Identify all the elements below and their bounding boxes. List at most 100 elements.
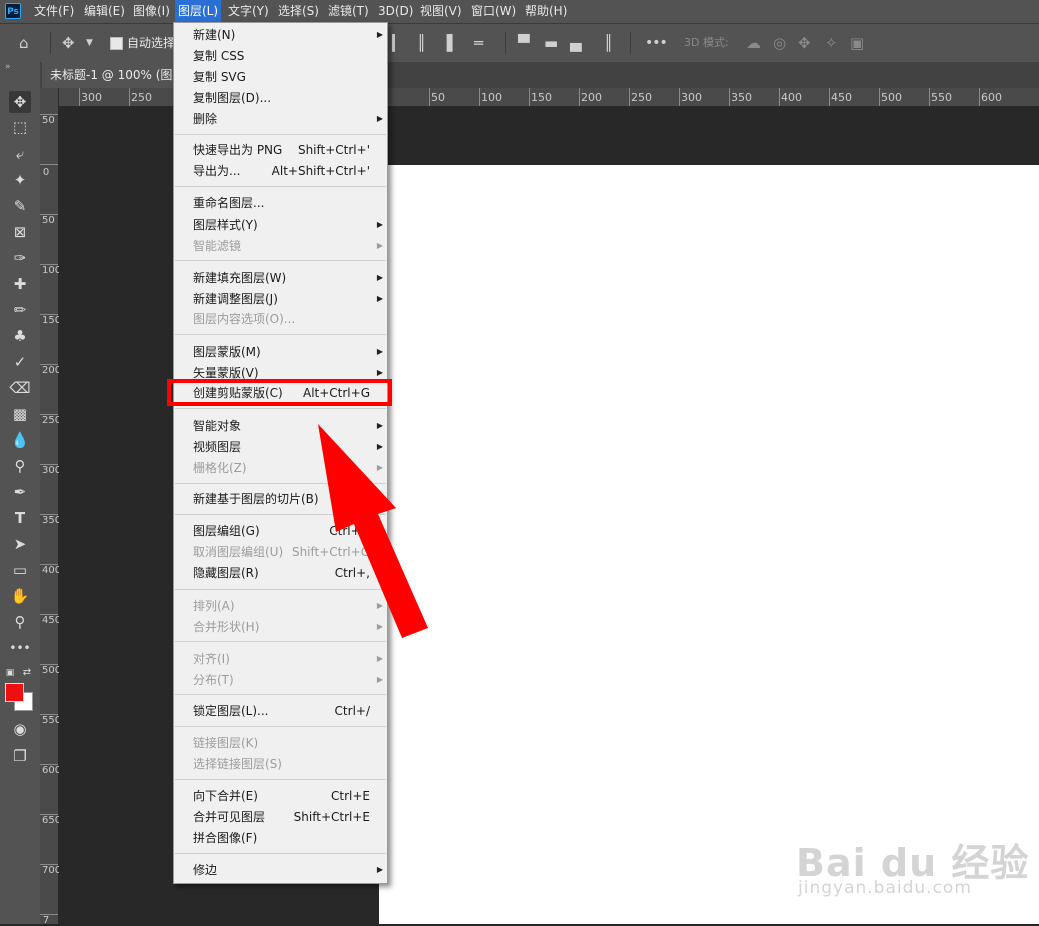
healing-brush-tool-icon[interactable]: ✚	[9, 273, 31, 295]
rectangle-tool-icon[interactable]: ▭	[9, 559, 31, 581]
menu-view[interactable]: 视图(V)	[420, 0, 462, 23]
edit-toolbar-icon[interactable]: •••	[9, 637, 31, 659]
menu-item-delete[interactable]: 删除 ▶	[174, 109, 387, 129]
more-options-icon[interactable]: •••	[645, 24, 668, 62]
foreground-color-swatch[interactable]	[5, 683, 24, 702]
path-selection-tool-icon[interactable]: ➤	[9, 533, 31, 555]
menu-layer[interactable]: 图层(L)	[175, 0, 222, 23]
menu-item-new-fill-layer[interactable]: 新建填充图层(W) ▶	[174, 268, 387, 288]
menu-separator	[175, 694, 386, 695]
submenu-arrow-icon: ▶	[376, 30, 383, 39]
menu-item-export-as[interactable]: 导出为... Alt+Shift+Ctrl+'	[174, 161, 387, 181]
blur-tool-icon[interactable]: 💧	[9, 429, 31, 451]
panel-collapse-icon[interactable]: »	[5, 62, 11, 72]
submenu-arrow-icon: ▶	[376, 347, 383, 356]
3d-scale-icon[interactable]: ▣	[850, 24, 864, 62]
brush-select-tool-icon[interactable]: ✎	[9, 195, 31, 217]
pen-tool-icon[interactable]: ✒	[9, 481, 31, 503]
chevron-down-icon[interactable]: ▼	[86, 24, 93, 62]
menu-window[interactable]: 窗口(W)	[471, 0, 516, 23]
ruler-label: 600	[42, 765, 62, 776]
ruler-label: 300	[681, 91, 702, 104]
move-tool-icon[interactable]: ✥	[9, 91, 31, 113]
menu-item-layer-mask[interactable]: 图层蒙版(M) ▶	[174, 342, 387, 362]
menu-separator	[175, 408, 386, 409]
document-canvas[interactable]	[379, 165, 1039, 924]
align-center-icon[interactable]: ║	[417, 24, 426, 62]
submenu-arrow-icon: ▶	[376, 241, 383, 250]
submenu-arrow-icon: ▶	[376, 865, 383, 874]
default-colors-icon[interactable]: ▣	[3, 662, 17, 684]
menu-file[interactable]: 文件(F)	[34, 0, 74, 23]
menu-type[interactable]: 文字(Y)	[228, 0, 269, 23]
menu-help[interactable]: 帮助(H)	[525, 0, 567, 23]
eraser-tool-icon[interactable]: ⌫	[9, 377, 31, 399]
menu-bar: Ps 文件(F) 编辑(E) 图像(I) 图层(L) 文字(Y) 选择(S) 滤…	[0, 0, 1039, 24]
menu-item-merge-visible[interactable]: 合并可见图层 Shift+Ctrl+E	[174, 807, 387, 827]
align-left-icon[interactable]: ▎	[392, 24, 404, 62]
menu-separator	[175, 779, 386, 780]
swap-colors-icon[interactable]: ⇄	[20, 662, 34, 684]
submenu-arrow-icon: ▶	[376, 294, 383, 303]
3d-pan-icon[interactable]: ✥	[798, 24, 811, 62]
gradient-tool-icon[interactable]: ▩	[9, 403, 31, 425]
move-tool-preset-icon[interactable]: ✥	[62, 24, 75, 62]
menu-item-new-adjustment-layer[interactable]: 新建调整图层(J) ▶	[174, 289, 387, 309]
ruler-label: 400	[42, 565, 62, 576]
menu-edit[interactable]: 编辑(E)	[84, 0, 125, 23]
menu-item-merge-down[interactable]: 向下合并(E) Ctrl+E	[174, 786, 387, 806]
eyedropper-tool-icon[interactable]: ✑	[9, 247, 31, 269]
align-right-icon[interactable]: ▐	[441, 24, 453, 62]
distribute-icon[interactable]: ═	[474, 24, 483, 62]
menu-item-matting[interactable]: 修边 ▶	[174, 860, 387, 880]
align-top-icon[interactable]: ▀	[518, 24, 530, 62]
menu-item-select-linked-layers: 选择链接图层(S)	[193, 757, 282, 771]
history-brush-tool-icon[interactable]: ✓	[9, 351, 31, 373]
document-tab[interactable]: 未标题-1 @ 100% (图层	[42, 62, 187, 88]
ruler-label: 150	[531, 91, 552, 104]
menu-select[interactable]: 选择(S)	[278, 0, 319, 23]
menu-item-lock-layers[interactable]: 锁定图层(L)... Ctrl+/	[174, 701, 387, 721]
ruler-label: 150	[42, 315, 62, 326]
menu-image[interactable]: 图像(I)	[133, 0, 170, 23]
frame-tool-icon[interactable]: ⊠	[9, 221, 31, 243]
lasso-tool-icon[interactable]: ⤶	[9, 143, 31, 165]
ruler-label: 250	[131, 91, 152, 104]
menu-item-new[interactable]: 新建(N) ▶	[174, 25, 387, 45]
auto-select-checkbox[interactable]	[110, 37, 123, 50]
menu-item-flatten-image[interactable]: 拼合图像(F)	[174, 828, 387, 848]
menu-filter[interactable]: 滤镜(T)	[328, 0, 369, 23]
3d-orbit-icon[interactable]: ☁	[746, 24, 761, 62]
ruler-label: 200	[581, 91, 602, 104]
menu-item-layer-style[interactable]: 图层样式(Y) ▶	[174, 215, 387, 235]
3d-slide-icon[interactable]: ✧	[825, 24, 838, 62]
menu-item-copy-svg[interactable]: 复制 SVG	[174, 67, 387, 87]
align-bottom-icon[interactable]: ▄	[570, 24, 582, 62]
menu-separator	[175, 134, 386, 135]
stamp-tool-icon[interactable]: ♣	[9, 325, 31, 347]
annotation-highlight-box	[167, 379, 392, 406]
zoom-tool-icon[interactable]: ⚲	[9, 611, 31, 633]
ruler-label: 500	[42, 665, 62, 676]
ruler-label: 250	[42, 415, 62, 426]
home-icon[interactable]: ⌂	[19, 24, 29, 62]
vertical-ruler[interactable]: 50 0 50 100 150 200 250 300 350 400 450 …	[40, 88, 62, 926]
type-tool-icon[interactable]: T	[9, 507, 31, 529]
magic-wand-tool-icon[interactable]: ✦	[9, 169, 31, 191]
menu-item-link-layers: 链接图层(K)	[193, 736, 259, 750]
brush-tool-icon[interactable]: ✏	[9, 299, 31, 321]
align-middle-icon[interactable]: ▬	[544, 24, 558, 62]
menu-item-quick-export-png[interactable]: 快速导出为 PNG Shift+Ctrl+'	[174, 140, 387, 160]
menu-item-rename-layer[interactable]: 重命名图层...	[174, 193, 387, 213]
dodge-tool-icon[interactable]: ⚲	[9, 455, 31, 477]
3d-roll-icon[interactable]: ◎	[773, 24, 786, 62]
menu-3d[interactable]: 3D(D)	[378, 0, 413, 23]
menu-item-duplicate-layer[interactable]: 复制图层(D)...	[174, 88, 387, 108]
screen-mode-icon[interactable]: ❐	[9, 745, 31, 767]
marquee-tool-icon[interactable]: ⬚	[9, 116, 31, 138]
hand-tool-icon[interactable]: ✋	[9, 585, 31, 607]
distribute-vertical-icon[interactable]: ║	[604, 24, 613, 62]
quick-mask-icon[interactable]: ◉	[9, 718, 31, 740]
menu-item-copy-css[interactable]: 复制 CSS	[174, 46, 387, 66]
ruler-label: 100	[42, 265, 62, 276]
